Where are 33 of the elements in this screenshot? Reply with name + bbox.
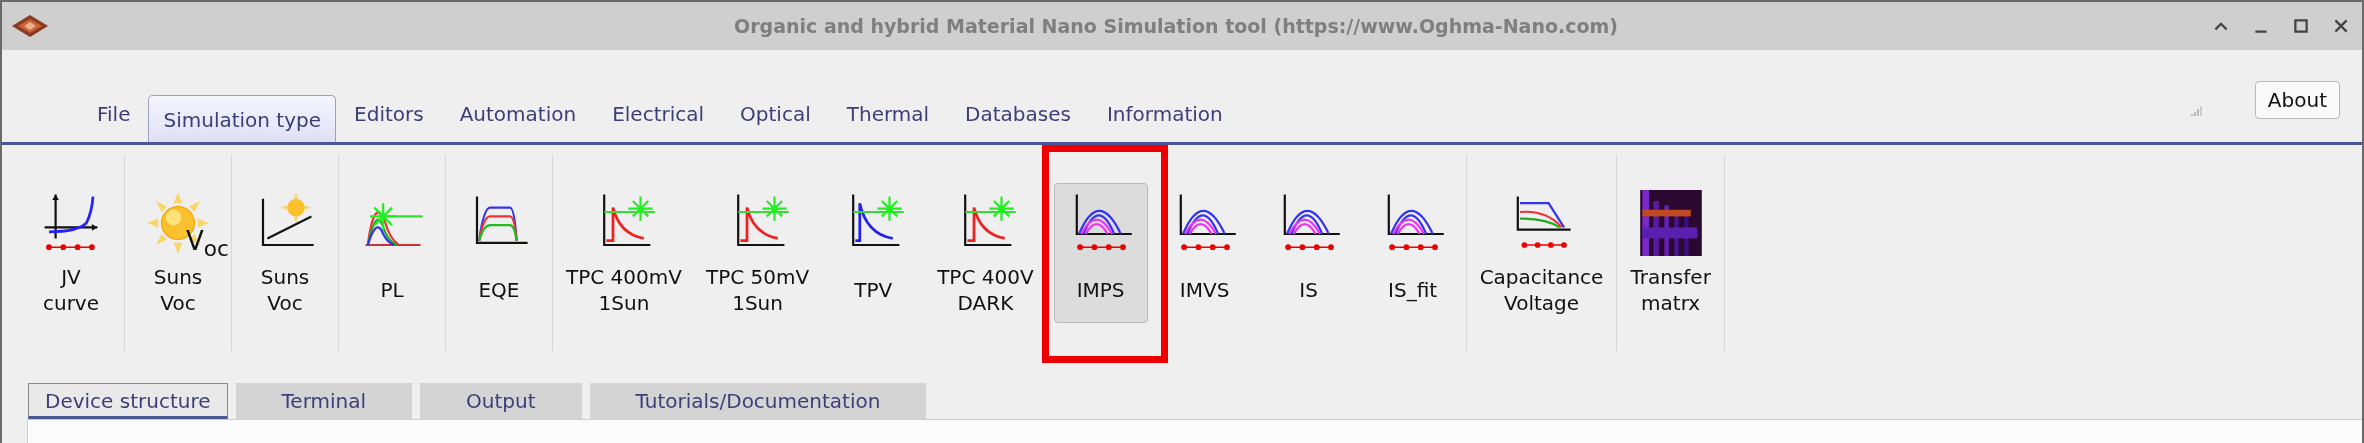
tab[interactable]: Device structure: [28, 383, 228, 419]
toolbar-button[interactable]: TPC 400mV 1Sun: [559, 183, 689, 323]
toolbar-button[interactable]: IMVS: [1157, 183, 1252, 323]
toolbar-button[interactable]: PL: [345, 183, 439, 323]
tab[interactable]: Output: [420, 383, 582, 419]
menu-tab[interactable]: File: [85, 102, 149, 142]
tab[interactable]: Terminal: [235, 383, 413, 419]
toolbar-button[interactable]: IMPS: [1053, 183, 1148, 323]
menu-tab[interactable]: Editors: [336, 102, 442, 142]
toolbar-button[interactable]: TPC 50mV 1Sun: [698, 183, 817, 323]
menu-tab[interactable]: Optical: [722, 102, 829, 142]
menu-tab[interactable]: Databases: [947, 102, 1089, 142]
menu-tab[interactable]: Thermal: [828, 102, 948, 142]
toolbar-button[interactable]: Capacitance Voltage: [1472, 183, 1611, 323]
heatmap-icon: [1637, 190, 1704, 256]
menu-tab[interactable]: Simulation type: [148, 95, 337, 142]
toolbar-button[interactable]: Transfer matrx: [1623, 183, 1718, 323]
toolbar-button[interactable]: Suns Voc: [238, 183, 332, 323]
toolbar-button[interactable]: TPC 400V DARK: [930, 183, 1041, 323]
menu-tab[interactable]: Electrical: [594, 102, 723, 142]
signal-icon: [2190, 103, 2203, 116]
toolbar-button[interactable]: IS: [1261, 183, 1356, 323]
toolbar-button[interactable]: TPV: [826, 183, 921, 323]
maximize-icon[interactable]: [2292, 17, 2310, 35]
close-icon[interactable]: [2332, 17, 2350, 35]
about-button[interactable]: About: [2254, 81, 2340, 119]
tab[interactable]: Tutorials/Documentation: [589, 383, 927, 419]
menu-tab[interactable]: Information: [1088, 102, 1241, 142]
toolbar-button[interactable]: JV curve: [24, 183, 118, 323]
toolbar-button[interactable]: IS_fit: [1365, 183, 1460, 323]
toolbar-button[interactable]: EQE: [452, 183, 546, 323]
menu-tab[interactable]: Automation: [441, 102, 595, 142]
window-title: Organic and hybrid Material Nano Simulation tool (https://www.Oghma-Nano.com): [733, 15, 1619, 37]
